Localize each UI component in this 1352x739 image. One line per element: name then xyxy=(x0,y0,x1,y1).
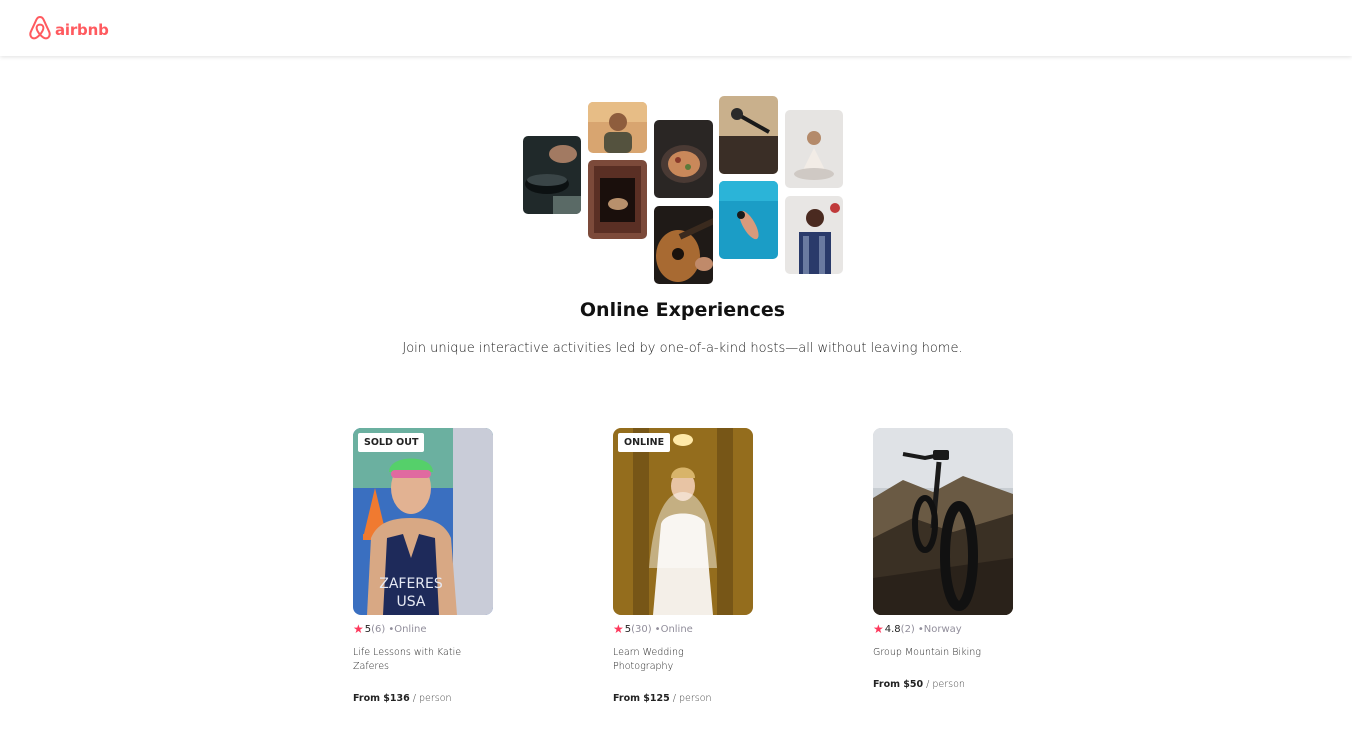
star-icon: ★ xyxy=(613,622,624,636)
card-price-unit: / person xyxy=(412,693,452,704)
card-image: ZAFERES USA SOLD OUT xyxy=(353,428,493,615)
card-price-amount: From $125 xyxy=(613,693,670,704)
airbnb-belo-icon xyxy=(28,15,52,45)
hero-photo-cooking xyxy=(523,136,581,214)
svg-text:USA: USA xyxy=(397,594,426,610)
hero-photo-food-bowl xyxy=(654,120,713,198)
card-title: Learn Wedding Photography xyxy=(613,647,684,672)
card-price-unit: / person xyxy=(926,679,965,690)
status-badge: ONLINE xyxy=(618,433,671,452)
experience-card[interactable]: ★ 4.8 (2) •Norway Group Mountain Biking … xyxy=(873,428,1013,690)
card-price-amount: From $136 xyxy=(353,693,410,704)
hero-photo-microphone xyxy=(719,96,778,174)
card-price: From $50 / person xyxy=(873,679,1013,690)
navbar: airbnb xyxy=(0,0,1352,56)
card-location: •Online xyxy=(654,623,693,635)
page-subtitle: Join unique interactive activities led b… xyxy=(402,341,963,356)
card-rating: 4.8 xyxy=(884,623,901,635)
experience-card[interactable]: ONLINE ★ 5 (30) •Online Learn Wedding Ph… xyxy=(613,428,753,704)
card-price-unit: / person xyxy=(672,693,712,704)
logo-text: airbnb xyxy=(55,21,109,39)
hero-photo-yoga xyxy=(785,110,843,188)
card-price: From $125 / person xyxy=(613,693,753,704)
hero-photo-swimmer xyxy=(719,181,778,259)
star-icon: ★ xyxy=(873,622,884,636)
card-image xyxy=(873,428,1013,615)
card-review-count: (2) xyxy=(900,623,915,635)
card-location: •Norway xyxy=(917,623,962,635)
hero-photo-woman-smiling xyxy=(588,102,647,153)
svg-text:ZAFERES: ZAFERES xyxy=(379,576,443,592)
hero-photo-guitar xyxy=(654,206,713,284)
star-icon: ★ xyxy=(353,622,364,636)
page-title: Online Experiences xyxy=(579,299,786,321)
card-title: Life Lessons with Katie Zaferes xyxy=(353,647,462,672)
card-price: From $136 / person xyxy=(353,693,493,704)
card-price-amount: From $50 xyxy=(873,679,924,690)
card-stats: ★ 4.8 (2) •Norway xyxy=(873,623,1013,635)
status-badge: SOLD OUT xyxy=(358,433,425,452)
card-stats: ★ 5 (30) •Online xyxy=(613,623,753,635)
card-stats: ★ 5 (6) •Online xyxy=(353,623,493,635)
airbnb-logo[interactable]: airbnb xyxy=(28,15,109,45)
card-review-count: (6) xyxy=(371,623,386,635)
hero-photo-singer xyxy=(785,196,843,274)
card-image: ONLINE xyxy=(613,428,753,615)
card-title: Group Mountain Biking xyxy=(873,647,981,658)
hero-photo-fireplace xyxy=(588,160,647,239)
card-review-count: (30) xyxy=(631,623,652,635)
card-location: •Online xyxy=(388,623,427,635)
experience-card[interactable]: ZAFERES USA SOLD OUT ★ 5 (6) •Online Lif… xyxy=(353,428,493,704)
